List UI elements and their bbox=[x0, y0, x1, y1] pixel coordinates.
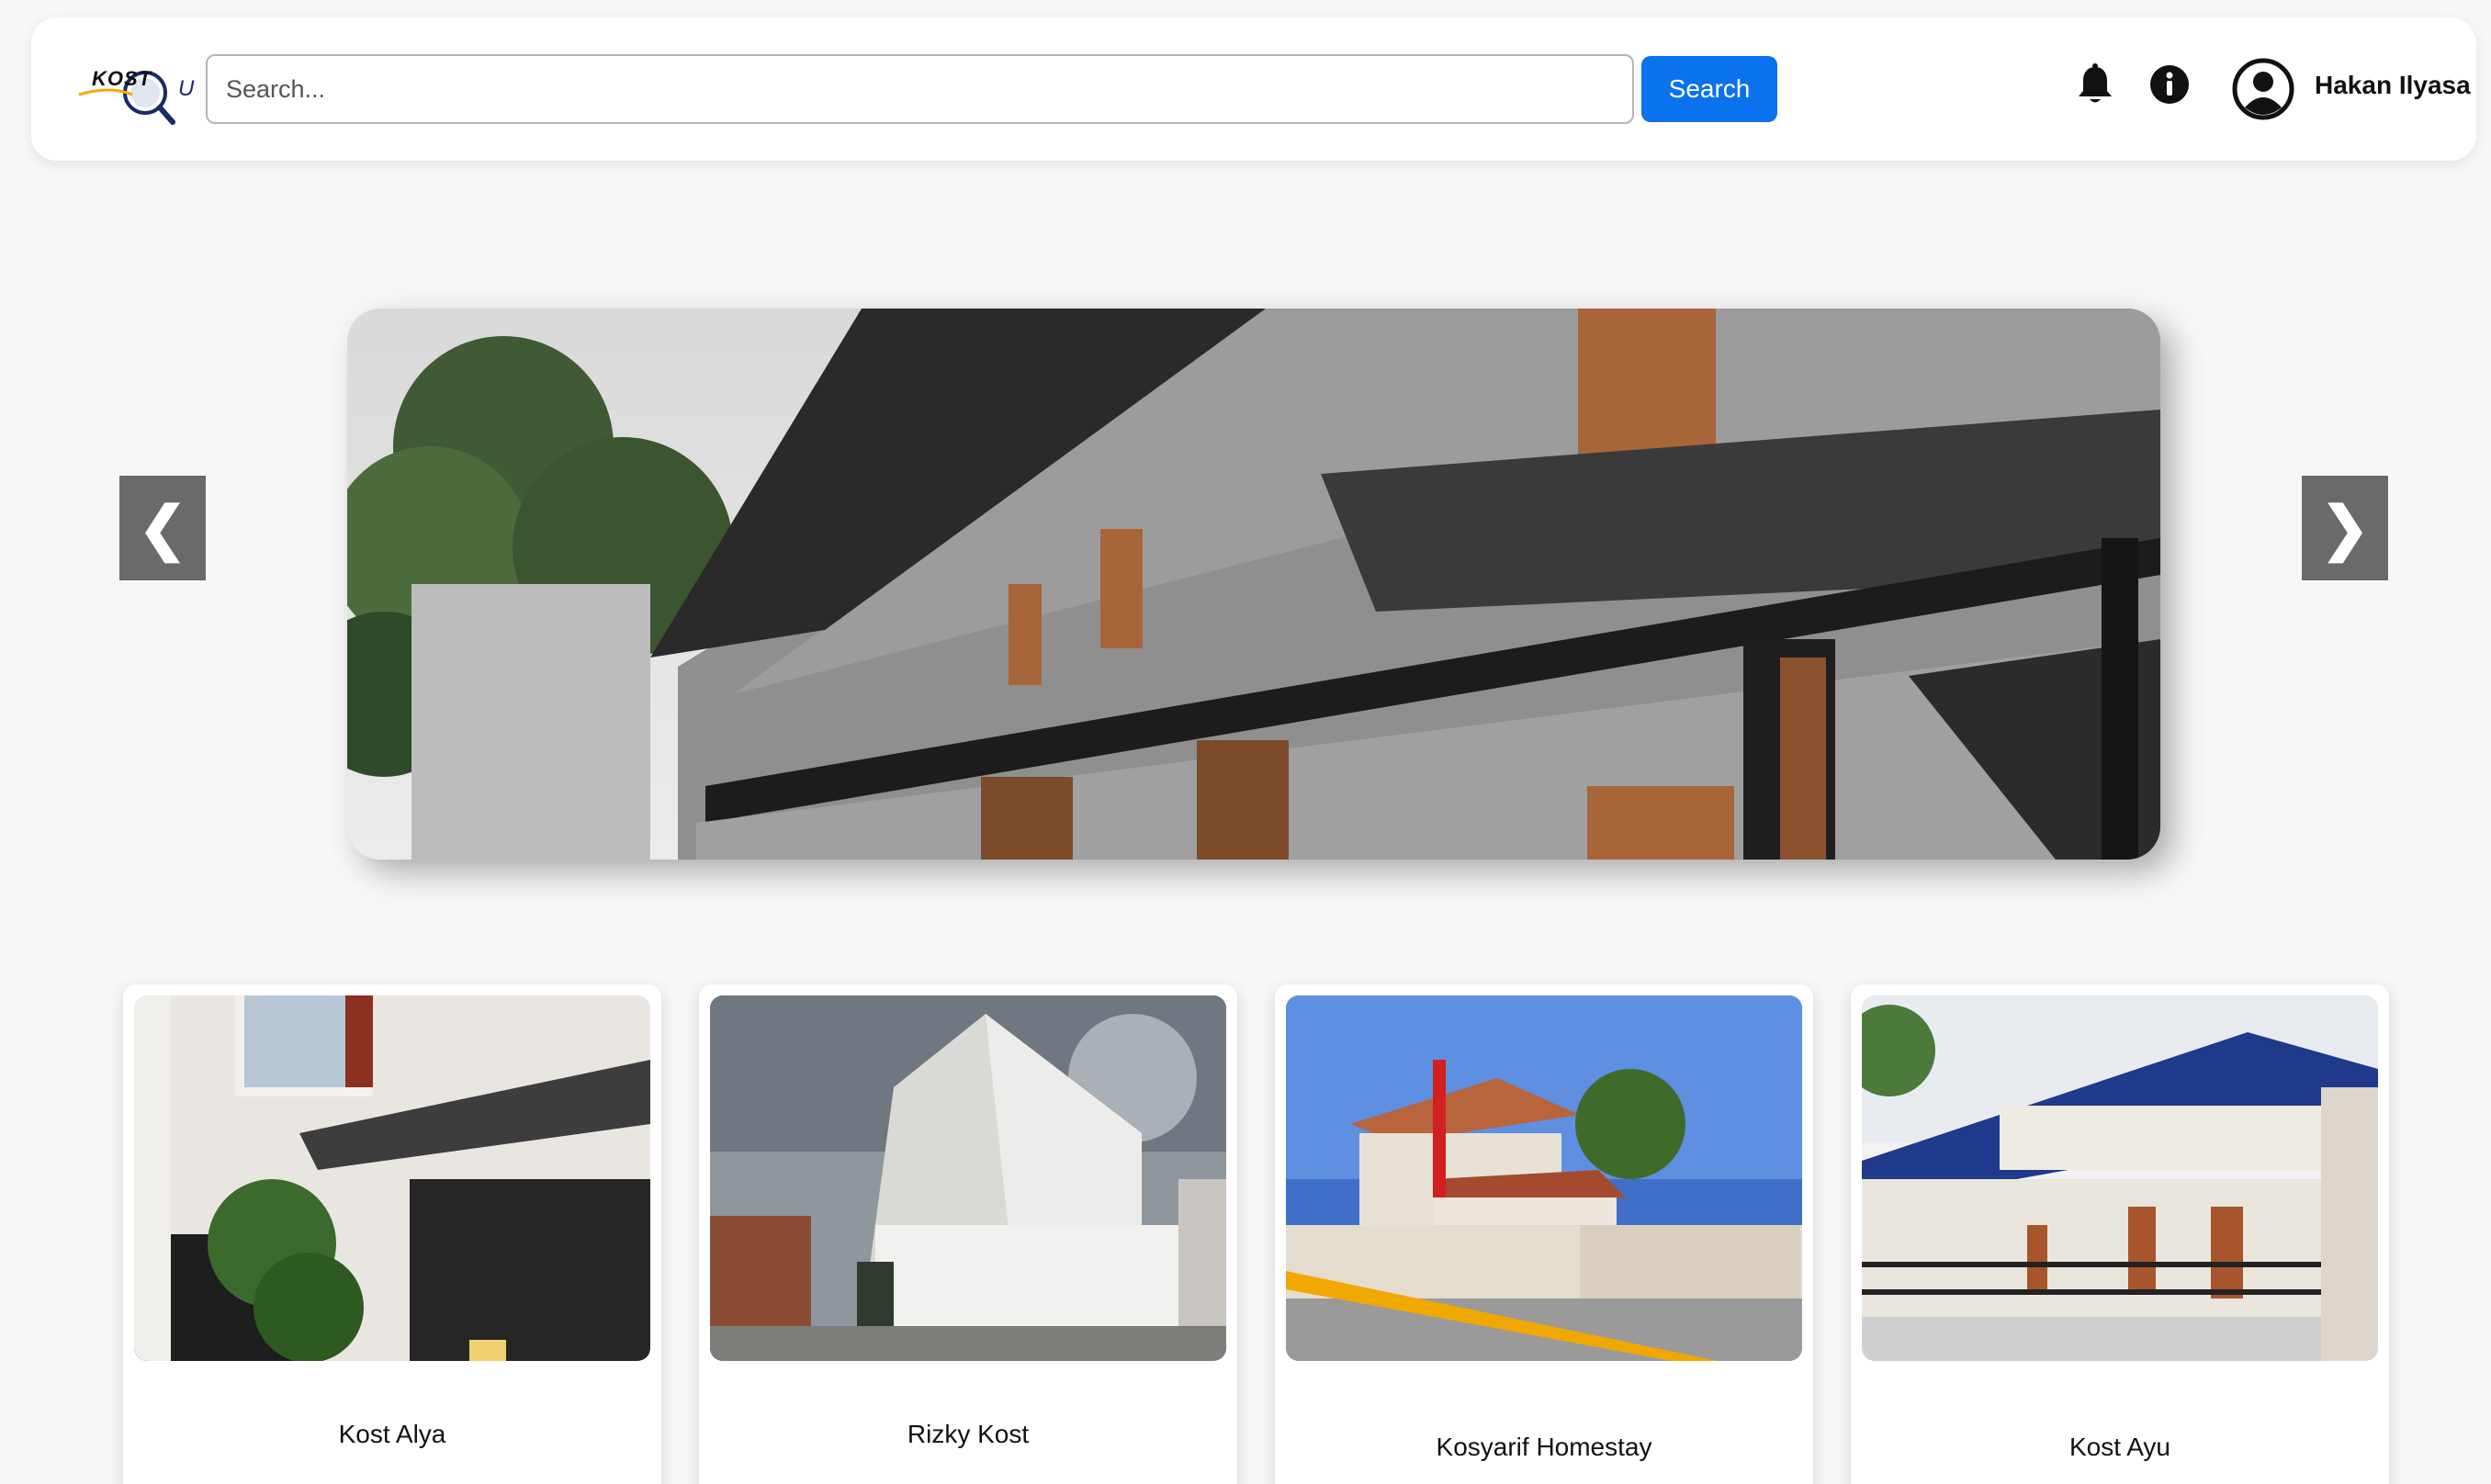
user-circle-icon[interactable] bbox=[2232, 58, 2294, 120]
search-input[interactable] bbox=[206, 54, 1634, 124]
kostu-logo[interactable]: KOST U bbox=[73, 54, 195, 133]
info-icon[interactable] bbox=[2149, 64, 2190, 105]
listing-photo[interactable] bbox=[134, 995, 650, 1361]
listing-name[interactable]: Rizky Kost bbox=[699, 1420, 1237, 1449]
search-button[interactable]: Search bbox=[1641, 56, 1777, 122]
listing-card[interactable]: Kost Alya bbox=[123, 984, 661, 1484]
bell-icon[interactable] bbox=[2076, 63, 2114, 106]
listing-card[interactable]: Kosyarif Homestay bbox=[1275, 984, 1813, 1484]
hero-carousel-image bbox=[347, 309, 2160, 860]
listing-photo[interactable] bbox=[1286, 995, 1802, 1361]
listing-name[interactable]: Kost Ayu bbox=[1851, 1433, 2389, 1462]
carousel-prev-button[interactable]: ❮ bbox=[119, 476, 206, 580]
logo-suffix: U bbox=[178, 76, 195, 101]
logo-text: KOST bbox=[92, 67, 152, 90]
listing-card[interactable]: Kost Ayu bbox=[1851, 984, 2389, 1484]
header-bar: KOST U Search Hakan Ilyasa bbox=[31, 17, 2476, 161]
listing-photo[interactable] bbox=[710, 995, 1226, 1361]
listing-card[interactable]: Rizky Kost bbox=[699, 984, 1237, 1484]
magnifier-logo-icon bbox=[78, 71, 175, 125]
listing-name[interactable]: Kost Alya bbox=[123, 1420, 661, 1449]
user-name[interactable]: Hakan Ilyasa bbox=[2315, 71, 2471, 100]
carousel-next-button[interactable]: ❯ bbox=[2302, 476, 2388, 580]
listing-photo[interactable] bbox=[1862, 995, 2378, 1361]
page: KOST U Search Hakan Ilyasa bbox=[0, 0, 2491, 1484]
listing-name[interactable]: Kosyarif Homestay bbox=[1275, 1433, 1813, 1462]
